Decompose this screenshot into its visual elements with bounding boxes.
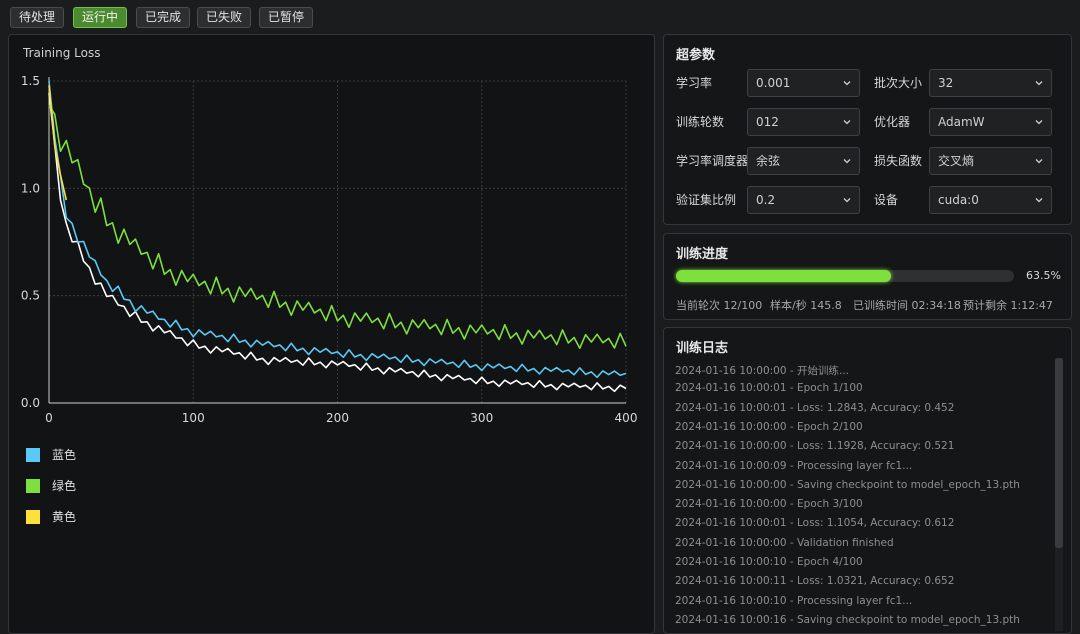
epochs-value: 012 bbox=[756, 115, 779, 129]
batch-size-select[interactable]: 32 bbox=[929, 69, 1052, 97]
loss-chart-panel: Training Loss 0 100 200 300 400 0.0 0.5 1.0 1.5 … bbox=[8, 34, 655, 634]
progress-title: 训练进度 bbox=[676, 247, 729, 262]
val-split-select[interactable]: 0.2 bbox=[747, 186, 860, 214]
chevron-down-icon bbox=[843, 81, 851, 86]
log-line: 2024-01-16 10:00:10 - Processing layer f… bbox=[675, 594, 913, 607]
lr-value: 0.001 bbox=[756, 76, 791, 90]
optimizer-value: AdamW bbox=[938, 115, 985, 129]
hp-label-epochs: 训练轮数 bbox=[676, 115, 725, 129]
tab-completed[interactable]: 已完成 bbox=[136, 7, 190, 28]
log-line: 2024-01-16 10:00:09 - Processing layer f… bbox=[675, 459, 913, 472]
log-line: 2024-01-16 10:00:00 - 开始训练... bbox=[675, 365, 849, 377]
elapsed-time: 已训练时间 02:34:18 bbox=[853, 299, 961, 312]
x-tick-label: 200 bbox=[326, 411, 349, 425]
y-tick-label: 0.5 bbox=[21, 289, 40, 303]
log-line: 2024-01-16 10:00:16 - Saving checkpoint … bbox=[675, 613, 1020, 626]
log-line: 2024-01-16 10:00:10 - Epoch 4/100 bbox=[675, 556, 863, 568]
y-tick-label: 1.0 bbox=[21, 181, 40, 195]
tab-running[interactable]: 运行中 bbox=[73, 7, 127, 28]
tab-paused[interactable]: 已暂停 bbox=[259, 7, 313, 28]
val-split-value: 0.2 bbox=[756, 193, 776, 207]
chevron-down-icon bbox=[1035, 198, 1043, 203]
optimizer-select[interactable]: AdamW bbox=[929, 108, 1052, 136]
y-tick-label: 0.0 bbox=[21, 396, 40, 410]
device-select[interactable]: cuda:0 bbox=[929, 186, 1052, 214]
log-scrollbar-thumb[interactable] bbox=[1055, 358, 1063, 548]
hp-label-batch: 批次大小 bbox=[874, 76, 923, 90]
batch-size-value: 32 bbox=[938, 76, 954, 90]
hyperparams-panel: 超参数 学习率 0.001 批次大小 32 训练轮数 012 优化器 AdamW… bbox=[663, 34, 1072, 225]
x-tick-label: 100 bbox=[182, 411, 205, 425]
log-scrollbar[interactable] bbox=[1055, 358, 1063, 631]
log-line: 2024-01-16 10:00:01 - Loss: 1.1054, Accu… bbox=[675, 517, 955, 530]
hp-label-device: 设备 bbox=[874, 193, 899, 207]
loss-fn-value: 交叉熵 bbox=[938, 154, 975, 168]
y-tick-label: 1.5 bbox=[21, 74, 40, 88]
x-tick-label: 300 bbox=[470, 411, 493, 425]
legend-swatch-green bbox=[26, 479, 40, 493]
log-line: 2024-01-16 10:00:00 - Loss: 1.1928, Accu… bbox=[675, 440, 955, 453]
device-value: cuda:0 bbox=[938, 193, 979, 207]
hp-label-loss: 损失函数 bbox=[874, 154, 923, 168]
hp-label-val-split: 验证集比例 bbox=[676, 193, 737, 207]
log-line: 2024-01-16 10:00:11 - Loss: 1.0321, Accu… bbox=[675, 575, 955, 588]
chevron-down-icon bbox=[1035, 159, 1043, 164]
progress-panel: 训练进度 63.5% 当前轮次 12/100 样本/秒 145.8 已训练时间 … bbox=[663, 233, 1072, 320]
x-tick-label: 400 bbox=[615, 411, 638, 425]
hp-label-lr: 学习率 bbox=[676, 76, 713, 90]
chevron-down-icon bbox=[1035, 81, 1043, 86]
log-title: 训练日志 bbox=[676, 341, 729, 356]
legend-label-yellow: 黄色 bbox=[52, 510, 77, 524]
loss-chart: 0 100 200 300 400 0.0 0.5 1.0 1.5 bbox=[21, 74, 638, 425]
log-line: 2024-01-16 10:00:00 - Epoch 3/100 bbox=[675, 498, 863, 511]
tab-pending[interactable]: 待处理 bbox=[10, 7, 64, 28]
loss-fn-select[interactable]: 交叉熵 bbox=[929, 147, 1052, 175]
tab-failed[interactable]: 已失败 bbox=[197, 7, 251, 28]
training-log-panel: 训练日志 2024-01-16 10:00:00 - 开始训练... 2024-0… bbox=[663, 327, 1072, 634]
chevron-down-icon bbox=[843, 159, 851, 164]
legend-swatch-yellow bbox=[26, 510, 40, 524]
progress-bar-fill bbox=[676, 270, 891, 282]
current-epoch: 当前轮次 12/100 bbox=[676, 299, 763, 312]
chevron-down-icon bbox=[843, 198, 851, 203]
hp-label-optimizer: 优化器 bbox=[874, 115, 911, 129]
hyperparams-title: 超参数 bbox=[676, 48, 716, 63]
legend-label-green: 绿色 bbox=[52, 479, 77, 493]
hp-label-scheduler: 学习率调度器 bbox=[676, 154, 749, 168]
x-tick-label: 0 bbox=[45, 411, 53, 425]
chevron-down-icon bbox=[843, 120, 851, 125]
log-line: 2024-01-16 10:00:00 - Validation finishe… bbox=[675, 536, 894, 549]
scheduler-select[interactable]: 余弦 bbox=[747, 147, 860, 175]
log-line: 2024-01-16 10:00:01 - Epoch 1/100 bbox=[675, 382, 863, 395]
legend-item-blue: 蓝色 bbox=[26, 447, 146, 463]
log-line: 2024-01-16 10:00:00 - Epoch 2/100 bbox=[675, 420, 863, 433]
progress-percent: 63.5% bbox=[1026, 269, 1061, 282]
lr-select[interactable]: 0.001 bbox=[747, 69, 860, 97]
progress-bar bbox=[676, 270, 1014, 282]
legend-swatch-blue bbox=[26, 448, 40, 462]
legend-item-green: 绿色 bbox=[26, 478, 146, 494]
log-line: 2024-01-16 10:00:01 - Loss: 1.2843, Accu… bbox=[675, 401, 955, 414]
samples-per-sec: 样本/秒 145.8 bbox=[770, 299, 842, 312]
log-line: 2024-01-16 10:00:00 - Saving checkpoint … bbox=[675, 478, 1020, 491]
legend-item-yellow: 黄色 bbox=[26, 509, 146, 525]
epochs-select[interactable]: 012 bbox=[747, 108, 860, 136]
remaining-time: 预计剩余 1:12:47 bbox=[963, 299, 1053, 312]
scheduler-value: 余弦 bbox=[756, 154, 781, 168]
legend-label-blue: 蓝色 bbox=[52, 448, 77, 462]
chevron-down-icon bbox=[1035, 120, 1043, 125]
